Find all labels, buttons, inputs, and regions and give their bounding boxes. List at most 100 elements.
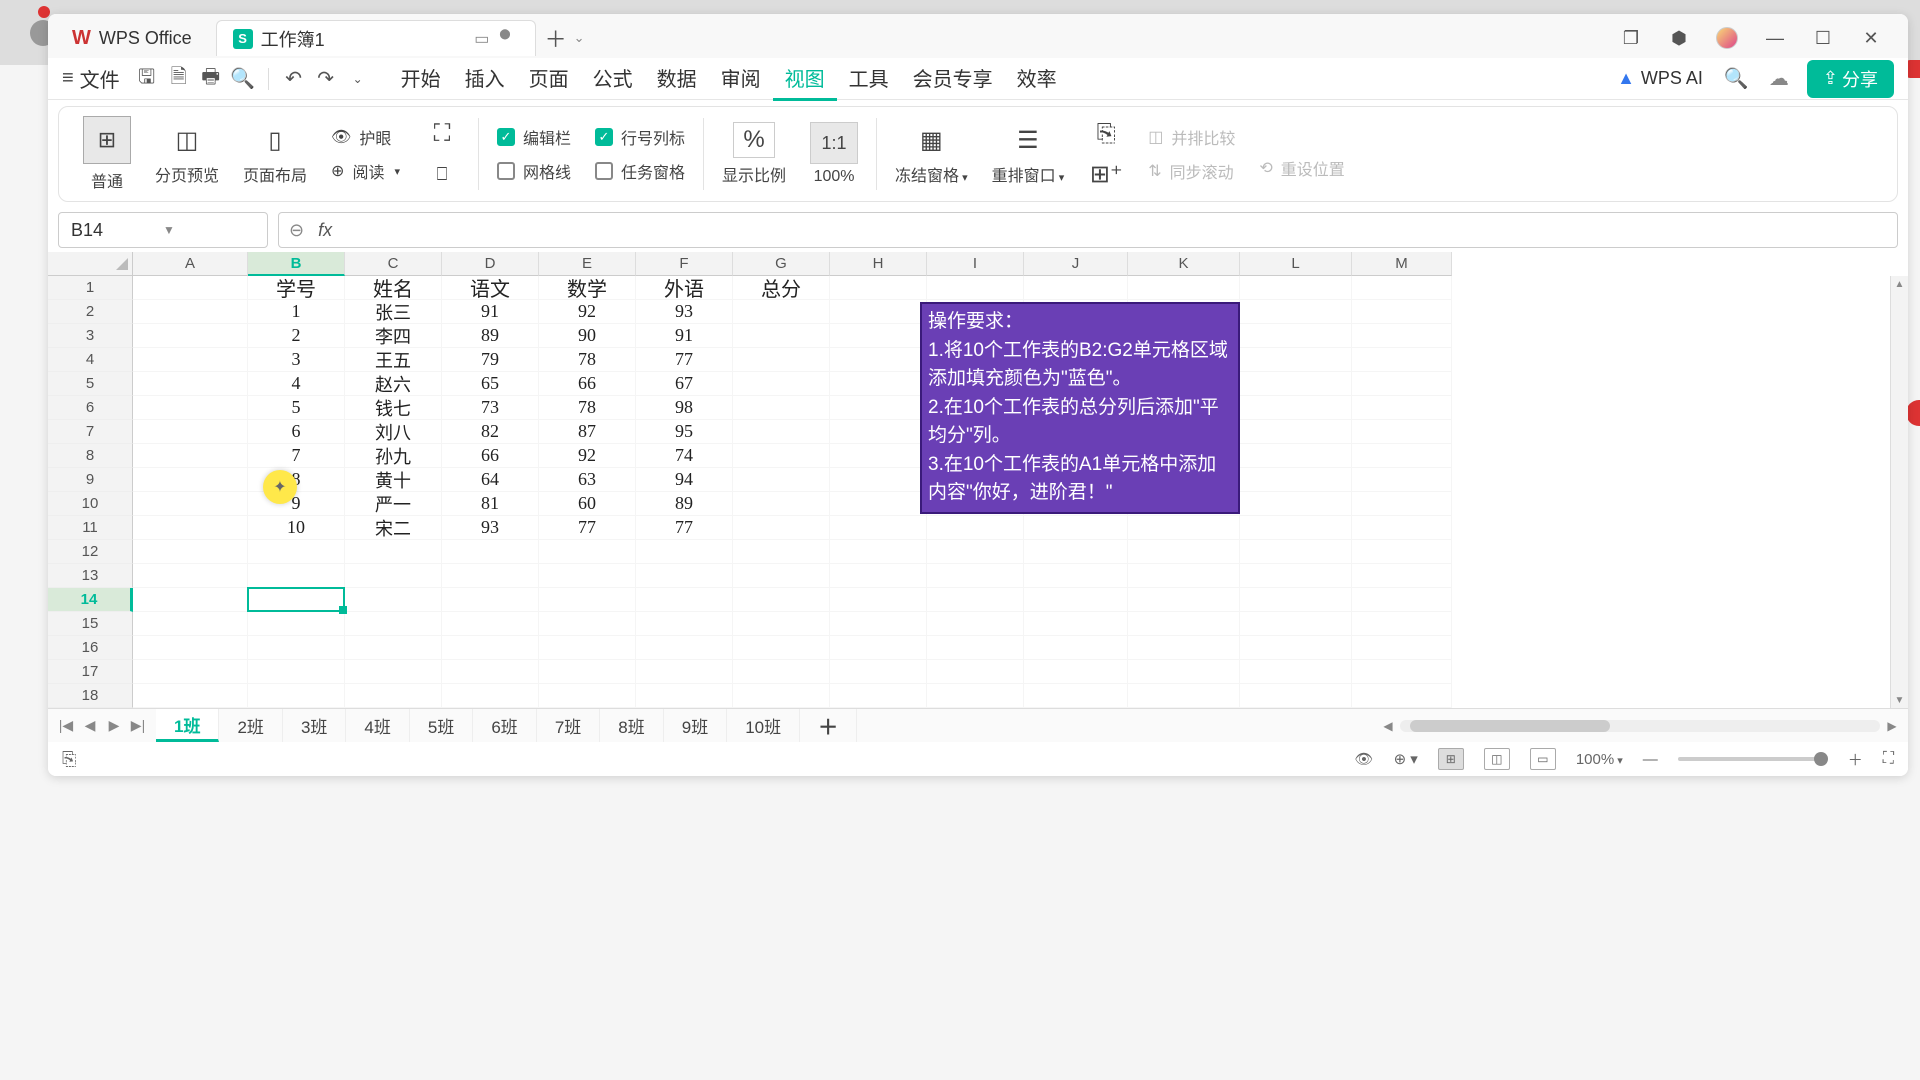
cell-M5[interactable]	[1352, 372, 1452, 396]
right-edge-widget[interactable]	[1906, 400, 1920, 426]
cell-D9[interactable]: 64	[442, 468, 539, 492]
cell-E14[interactable]	[539, 588, 636, 612]
cell-C17[interactable]	[345, 660, 442, 684]
row-header-10[interactable]: 10	[48, 492, 133, 516]
zoom-slider[interactable]	[1678, 757, 1828, 761]
cell-D14[interactable]	[442, 588, 539, 612]
sheet-tab-9班[interactable]: 9班	[664, 709, 727, 742]
cell-C12[interactable]	[345, 540, 442, 564]
cell-I14[interactable]	[927, 588, 1024, 612]
maximize-button[interactable]: ☐	[1812, 27, 1834, 49]
cell-E1[interactable]: 数学	[539, 276, 636, 300]
column-header-L[interactable]: L	[1240, 252, 1352, 276]
row-header-6[interactable]: 6	[48, 396, 133, 420]
cell-M18[interactable]	[1352, 684, 1452, 708]
cell-D4[interactable]: 79	[442, 348, 539, 372]
cell-A17[interactable]	[133, 660, 248, 684]
cell-B15[interactable]	[248, 612, 345, 636]
row-header-11[interactable]: 11	[48, 516, 133, 540]
name-box[interactable]: B14 ▼	[58, 212, 268, 248]
cell-K18[interactable]	[1128, 684, 1240, 708]
sheet-tab-5班[interactable]: 5班	[410, 709, 473, 742]
formula-bar-checkbox[interactable]: 编辑栏	[497, 125, 571, 149]
row-header-3[interactable]: 3	[48, 324, 133, 348]
cell-J15[interactable]	[1024, 612, 1128, 636]
cell-L9[interactable]	[1240, 468, 1352, 492]
cell-F2[interactable]: 93	[636, 300, 733, 324]
cell-I17[interactable]	[927, 660, 1024, 684]
cell-J12[interactable]	[1024, 540, 1128, 564]
cell-E4[interactable]: 78	[539, 348, 636, 372]
hscroll-left-icon[interactable]: ◀	[1380, 719, 1396, 733]
cell-A18[interactable]	[133, 684, 248, 708]
cell-K14[interactable]	[1128, 588, 1240, 612]
undo-icon[interactable]: ↶	[279, 64, 309, 94]
cell-F3[interactable]: 91	[636, 324, 733, 348]
cell-G16[interactable]	[733, 636, 830, 660]
row-header-17[interactable]: 17	[48, 660, 133, 684]
cell-E11[interactable]: 77	[539, 516, 636, 540]
zoom-100-button[interactable]: 1:1 100%	[798, 122, 870, 186]
cell-D12[interactable]	[442, 540, 539, 564]
normal-view-icon[interactable]: ⊞	[1438, 748, 1464, 770]
menu-tab-审阅[interactable]: 审阅	[709, 57, 773, 101]
row-header-9[interactable]: 9	[48, 468, 133, 492]
zoom-button[interactable]: % 显示比例	[710, 122, 798, 186]
arrange-windows-button[interactable]: ☰ 重排窗口 ▾	[980, 122, 1077, 186]
cell-G14[interactable]	[733, 588, 830, 612]
row-header-1[interactable]: 1	[48, 276, 133, 300]
cell-E7[interactable]: 87	[539, 420, 636, 444]
cell-C14[interactable]	[345, 588, 442, 612]
cell-I12[interactable]	[927, 540, 1024, 564]
column-header-J[interactable]: J	[1024, 252, 1128, 276]
row-header-12[interactable]: 12	[48, 540, 133, 564]
cell-F4[interactable]: 77	[636, 348, 733, 372]
cell-G3[interactable]	[733, 324, 830, 348]
new-tab-dropdown[interactable]: ⌄	[574, 30, 585, 46]
cell-F7[interactable]: 95	[636, 420, 733, 444]
cell-E16[interactable]	[539, 636, 636, 660]
row-header-5[interactable]: 5	[48, 372, 133, 396]
cell-M11[interactable]	[1352, 516, 1452, 540]
cell-L18[interactable]	[1240, 684, 1352, 708]
cell-J17[interactable]	[1024, 660, 1128, 684]
cell-A13[interactable]	[133, 564, 248, 588]
cell-C5[interactable]: 赵六	[345, 372, 442, 396]
cell-A10[interactable]	[133, 492, 248, 516]
cell-M17[interactable]	[1352, 660, 1452, 684]
cell-M1[interactable]	[1352, 276, 1452, 300]
cell-K17[interactable]	[1128, 660, 1240, 684]
cell-M15[interactable]	[1352, 612, 1452, 636]
task-pane-checkbox[interactable]: 任务窗格	[595, 159, 685, 183]
cell-M13[interactable]	[1352, 564, 1452, 588]
cell-G5[interactable]	[733, 372, 830, 396]
cell-K1[interactable]	[1128, 276, 1240, 300]
cell-G2[interactable]	[733, 300, 830, 324]
cell-H3[interactable]	[830, 324, 927, 348]
print-preview-icon[interactable]: 🔍	[228, 64, 258, 94]
cell-M7[interactable]	[1352, 420, 1452, 444]
cell-B7[interactable]: 6	[248, 420, 345, 444]
cell-D2[interactable]: 91	[442, 300, 539, 324]
zoom-in-button[interactable]: ＋	[1848, 749, 1863, 770]
cell-F18[interactable]	[636, 684, 733, 708]
cell-C7[interactable]: 刘八	[345, 420, 442, 444]
cell-H7[interactable]	[830, 420, 927, 444]
sheet-nav-next-icon[interactable]: ▶	[104, 717, 124, 734]
cell-E9[interactable]: 63	[539, 468, 636, 492]
menu-tab-效率[interactable]: 效率	[1005, 57, 1069, 101]
cell-D7[interactable]: 82	[442, 420, 539, 444]
search-icon[interactable]: 🔍	[1721, 64, 1751, 94]
freeze-panes-button[interactable]: ▦ 冻结窗格 ▾	[883, 122, 980, 186]
cell-F9[interactable]: 94	[636, 468, 733, 492]
cell-E6[interactable]: 78	[539, 396, 636, 420]
zoom-out-formula-icon[interactable]: ⊖	[289, 220, 304, 241]
cell-F17[interactable]	[636, 660, 733, 684]
cell-A3[interactable]	[133, 324, 248, 348]
cell-G6[interactable]	[733, 396, 830, 420]
menu-tab-工具[interactable]: 工具	[837, 57, 901, 101]
scroll-up-icon[interactable]: ▲	[1891, 276, 1908, 292]
cell-B6[interactable]: 5	[248, 396, 345, 420]
cell-F15[interactable]	[636, 612, 733, 636]
cell-F11[interactable]: 77	[636, 516, 733, 540]
